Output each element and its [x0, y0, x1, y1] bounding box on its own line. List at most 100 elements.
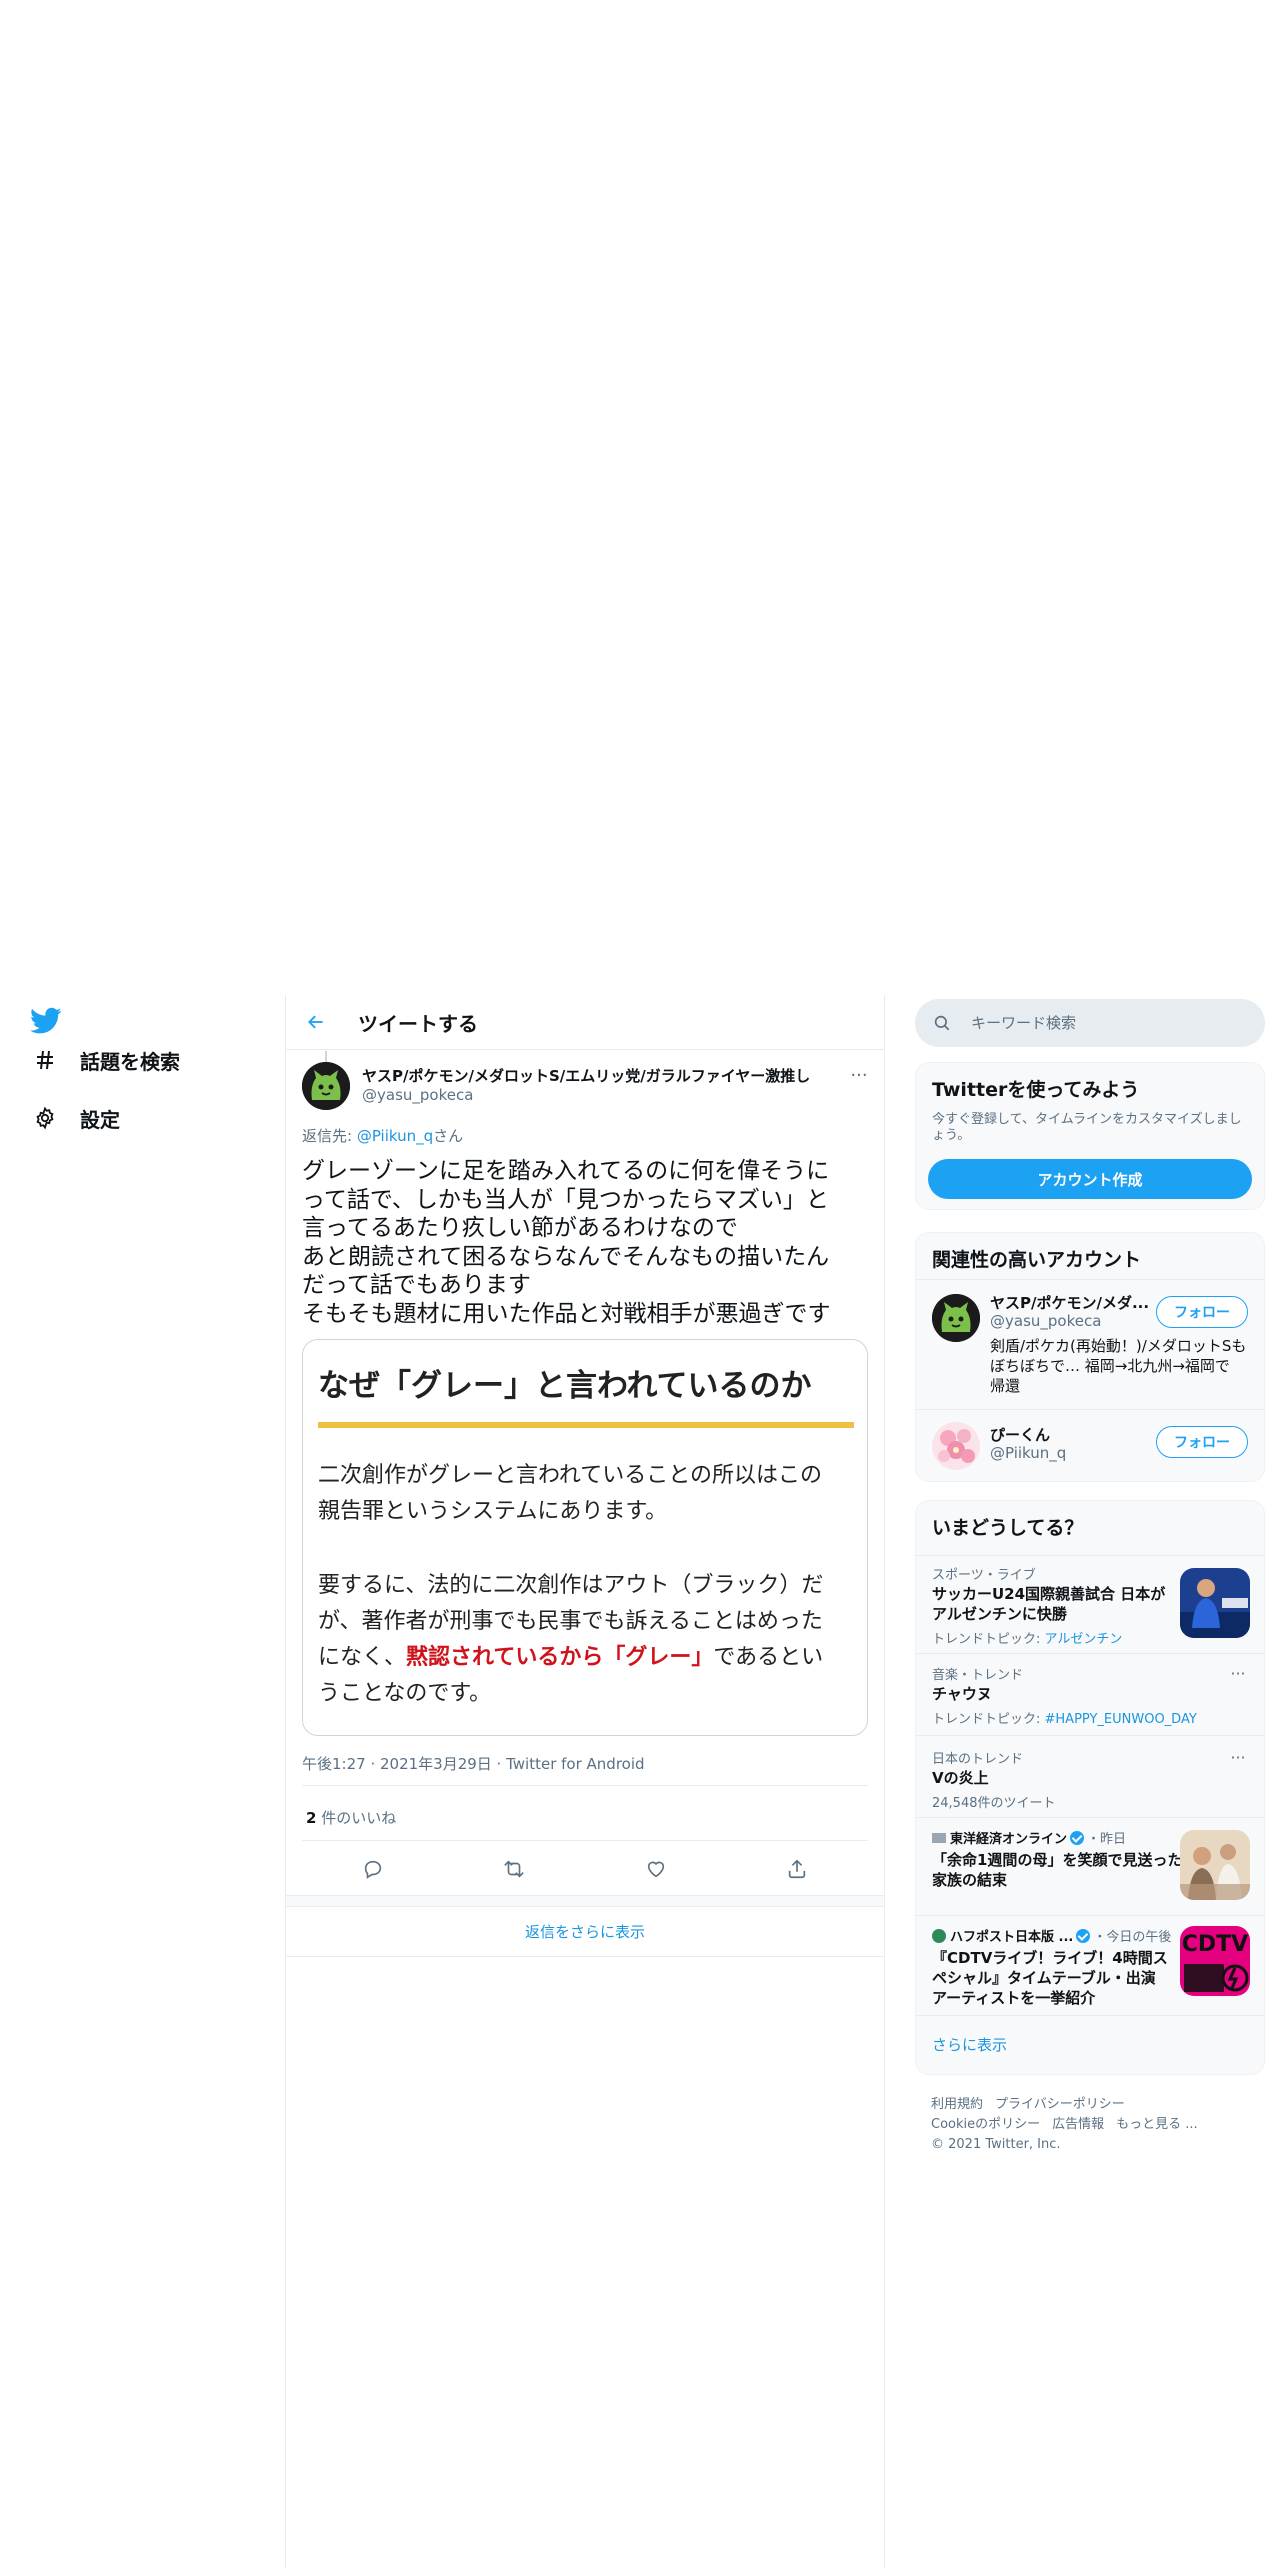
- signup-box: Twitterを使ってみよう 今すぐ登録して、タイムラインをカスタマイズしましょ…: [915, 1062, 1265, 1210]
- main-column: ツイートする ヤスP/ポケモン/メダロットS/エムリッ党/ガラルファイヤー激推し…: [285, 995, 885, 2568]
- author-name[interactable]: ヤスP/ポケモン/メダロットS/エムリッ党/ガラルファイヤー激推し: [362, 1065, 810, 1086]
- related-accounts-box: 関連性の高いアカウント ヤスP/ポケモン/メダ... @yasu_pokeca …: [915, 1232, 1265, 1482]
- avatar[interactable]: [932, 1422, 980, 1470]
- back-button[interactable]: [296, 1002, 336, 1042]
- trend-item[interactable]: 音楽・トレンド チャウヌ トレンドトピック: #HAPPY_EUNWOO_DAY…: [916, 1653, 1264, 1735]
- copyright-text: © 2021 Twitter, Inc.: [931, 2137, 1061, 2152]
- tweet-meta: 午後1:27 · 2021年3月29日 · Twitter for Androi…: [302, 1755, 645, 1773]
- news-title: 「余命1週間の母」を笑顔で見送った 家族の結束: [932, 1850, 1182, 1890]
- author-handle[interactable]: @yasu_pokeca: [362, 1086, 473, 1104]
- nav-item-explore[interactable]: 話題を検索: [30, 1040, 180, 1080]
- tweet-text-line: だって話でもあります: [302, 1272, 531, 1299]
- source-logo-icon: [932, 1833, 946, 1843]
- share-button[interactable]: [777, 1849, 817, 1889]
- nav-item-label: 設定: [80, 1107, 120, 1132]
- bio-line: 帰還: [990, 1377, 1021, 1395]
- nav-item-label: 話題を検索: [80, 1049, 180, 1074]
- reply-button[interactable]: [353, 1849, 393, 1889]
- trend-category: 日本のトレンド: [932, 1752, 1024, 1767]
- footer-link[interactable]: プライバシーポリシー: [995, 2097, 1125, 2112]
- tweet-actions: [302, 1845, 868, 1893]
- trend-item[interactable]: スポーツ・ライブ サッカーU24国際親善試合 日本が アルゼンチンに快勝 トレン…: [916, 1555, 1264, 1653]
- reply-to-link[interactable]: @Piikun_q: [357, 1127, 433, 1145]
- news-title-line: 家族の結束: [932, 1871, 1008, 1889]
- copyright: © 2021 Twitter, Inc.: [931, 2135, 1210, 2155]
- source-logo-icon: [932, 1929, 946, 1943]
- page-header: ツイートする: [286, 995, 884, 1050]
- card-line: になく、黙認されているから「グレー」であるとい: [318, 1640, 858, 1676]
- trend-topic-link[interactable]: #HAPPY_EUNWOO_DAY: [1045, 1712, 1197, 1727]
- trends-title: いまどうしてる？: [932, 1517, 1084, 1539]
- avatar[interactable]: [302, 1062, 350, 1110]
- card-text: になく、: [318, 1645, 407, 1670]
- divider: [302, 1840, 868, 1841]
- card-line: 二次創作がグレーと言われていることの所以はこの: [318, 1463, 823, 1488]
- trend-title-line: サッカーU24国際親善試合 日本が: [932, 1585, 1166, 1603]
- footer-link[interactable]: もっと見る ...: [1116, 2117, 1198, 2132]
- news-source-name: 東洋経済オンライン: [950, 1832, 1068, 1847]
- account-name: ヤスP/ポケモン/メダ...: [990, 1294, 1150, 1312]
- trend-subtitle: トレンドトピック: #HAPPY_EUNWOO_DAY: [932, 1708, 1197, 1727]
- tweet-image-card[interactable]: なぜ「グレー」と言われているのか 二次創作がグレーと言われていることの所以はこの…: [302, 1339, 868, 1736]
- news-thumbnail: CDTV: [1180, 1926, 1250, 1996]
- news-time: ・昨日: [1087, 1832, 1127, 1847]
- card-line: 親告罪というシステムにあります。: [318, 1499, 668, 1524]
- search-input[interactable]: [971, 1014, 1241, 1032]
- trend-topic-link[interactable]: アルゼンチン: [1045, 1632, 1123, 1647]
- card-line: が、著作者が刑事でも民事でも訴えることはめった: [318, 1609, 823, 1634]
- likes-count[interactable]: 2 件のいいね: [306, 1807, 396, 1828]
- follow-button[interactable]: フォロー: [1156, 1296, 1248, 1328]
- tweet-text-line: 言ってるあたり疚しい節があるわけなので: [302, 1215, 738, 1242]
- likes-number: 2: [306, 1809, 317, 1827]
- avatar[interactable]: [932, 1294, 980, 1342]
- card-line: うことなのです。: [318, 1681, 492, 1706]
- gear-icon: [30, 1103, 60, 1133]
- reply-to-line: 返信先: @Piikun_qさん: [302, 1125, 463, 1146]
- account-bio: 剣盾/ポケカ(再始動！)/メダロットSも ぼちぼちで… 福岡→北九州→福岡で 帰…: [990, 1336, 1250, 1396]
- footer-link[interactable]: Cookieのポリシー: [931, 2117, 1040, 2132]
- news-thumbnail: [1180, 1830, 1250, 1900]
- account-handle: @Piikun_q: [990, 1444, 1067, 1462]
- news-item[interactable]: ハフポスト日本版 ... ・今日の午後 『CDTVライブ！ライブ！4時間ス ペシャ…: [916, 1915, 1264, 2015]
- trend-sub-prefix: トレンドトピック:: [932, 1632, 1045, 1647]
- show-more-trends-link[interactable]: さらに表示: [932, 2034, 1007, 2055]
- news-title-line: 「余命1週間の母」を笑顔で見送った: [932, 1851, 1183, 1869]
- news-title-line: ペシャル』タイムテーブル・出演: [932, 1969, 1156, 1987]
- account-item[interactable]: ヤスP/ポケモン/メダ... @yasu_pokeca フォロー 剣盾/ポケカ(…: [916, 1279, 1264, 1409]
- reply-icon: [364, 1860, 381, 1879]
- more-options-icon[interactable]: ···: [1226, 1664, 1250, 1683]
- trend-sub-prefix: トレンドトピック:: [932, 1712, 1045, 1727]
- follow-button[interactable]: フォロー: [1156, 1426, 1248, 1458]
- bio-line: 剣盾/ポケカ(再始動！)/メダロットSも: [990, 1337, 1247, 1355]
- divider: [302, 1785, 868, 1786]
- footer-link[interactable]: 利用規約: [931, 2097, 983, 2112]
- like-button[interactable]: [636, 1849, 676, 1889]
- card-text: であるとい: [713, 1645, 824, 1670]
- news-item[interactable]: 東洋経済オンライン ・昨日 「余命1週間の母」を笑顔で見送った 家族の結束: [916, 1817, 1264, 1915]
- more-options-icon[interactable]: ···: [1226, 1748, 1250, 1767]
- search-bar[interactable]: [915, 999, 1265, 1047]
- show-more-row: さらに表示: [916, 2015, 1264, 2074]
- card-accent-bar: [318, 1422, 854, 1428]
- search-icon: [933, 1012, 955, 1034]
- create-account-button[interactable]: アカウント作成: [928, 1159, 1252, 1199]
- retweet-icon: [504, 1860, 525, 1878]
- footer: 利用規約 プライバシーポリシー Cookieのポリシー 広告情報 もっと見る ... …: [931, 2095, 1210, 2155]
- account-item[interactable]: ぴーくん @Piikun_q フォロー: [916, 1409, 1264, 1481]
- news-title: 『CDTVライブ！ライブ！4時間ス ペシャル』タイムテーブル・出演 アーティスト…: [932, 1948, 1168, 2008]
- tweet-text: グレーゾーンに足を踏み入れてるのに何を偉そうに って話で、しかも当人が「見つかっ…: [302, 1157, 868, 1329]
- trend-item[interactable]: 日本のトレンド Vの炎上 24,548件のツイート ···: [916, 1735, 1264, 1817]
- footer-link[interactable]: 広告情報: [1052, 2117, 1104, 2132]
- show-more-replies-link[interactable]: 返信をさらに表示: [286, 1907, 884, 1957]
- verified-icon: [1076, 1929, 1091, 1943]
- nav-item-settings[interactable]: 設定: [30, 1098, 120, 1138]
- card-highlight-text: 黙認されているから「グレー」: [406, 1645, 714, 1670]
- more-options-icon[interactable]: ···: [844, 1061, 874, 1091]
- trend-subtitle: トレンドトピック: アルゼンチン: [932, 1628, 1122, 1647]
- left-navigation: 話題を検索 設定: [0, 995, 285, 2568]
- twitter-logo-icon[interactable]: [30, 1007, 62, 1035]
- retweet-button[interactable]: [494, 1849, 534, 1889]
- news-time: ・今日の午後: [1093, 1930, 1172, 1945]
- trend-title-line: アルゼンチンに快勝: [932, 1605, 1067, 1623]
- trend-title: サッカーU24国際親善試合 日本が アルゼンチンに快勝: [932, 1584, 1165, 1624]
